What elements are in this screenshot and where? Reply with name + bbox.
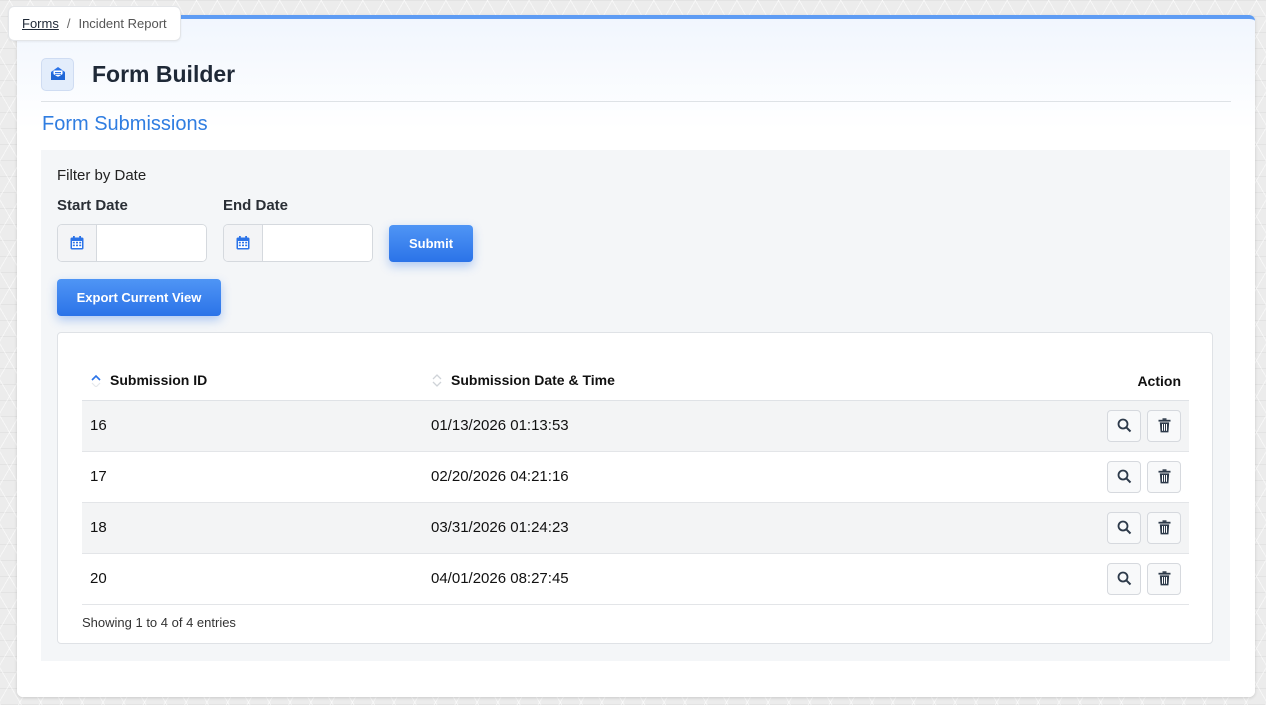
start-date-label: Start Date [57, 197, 128, 214]
filter-heading: Filter by Date [57, 167, 147, 184]
delete-button[interactable] [1147, 562, 1181, 595]
submissions-table: Submission ID Submission Date & Time Act… [82, 363, 1189, 605]
page-header: Form Builder [41, 56, 1231, 92]
action-cell [1011, 451, 1189, 503]
action-cell [1011, 553, 1189, 605]
trash-icon [1158, 418, 1170, 433]
envelope-open-icon [41, 57, 74, 91]
search-icon [1117, 571, 1131, 586]
action-cell [1011, 400, 1189, 452]
submission-date-cell: 02/20/2026 04:21:16 [431, 451, 1011, 503]
submission-id-cell: 18 [82, 502, 431, 554]
action-cell [1011, 502, 1189, 554]
trash-icon [1158, 469, 1170, 484]
start-date-input[interactable] [97, 225, 206, 261]
submission-date-cell: 03/31/2026 01:24:23 [431, 502, 1011, 554]
end-date-group [223, 224, 373, 262]
table-info: Showing 1 to 4 of 4 entries [82, 615, 236, 630]
calendar-icon[interactable] [224, 225, 263, 261]
view-button[interactable] [1107, 460, 1141, 493]
section-title: Form Submissions [42, 113, 208, 135]
column-header-label: Submission ID [110, 372, 208, 389]
submission-date-cell: 01/13/2026 01:13:53 [431, 400, 1011, 452]
breadcrumb-separator: / [66, 16, 71, 31]
table-row: 16 01/13/2026 01:13:53 [82, 400, 1189, 452]
column-header-label: Submission Date & Time [451, 372, 615, 389]
submit-button[interactable]: Submit [389, 225, 473, 262]
sort-ascending-icon [90, 373, 102, 390]
table-row: 17 02/20/2026 04:21:16 [82, 451, 1189, 503]
submission-id-cell: 20 [82, 553, 431, 605]
breadcrumb: Forms / Incident Report [8, 6, 181, 41]
search-icon [1117, 520, 1131, 535]
submission-id-cell: 16 [82, 400, 431, 452]
search-icon [1117, 469, 1131, 484]
view-button[interactable] [1107, 562, 1141, 595]
delete-button[interactable] [1147, 409, 1181, 442]
trash-icon [1158, 520, 1170, 535]
view-button[interactable] [1107, 409, 1141, 442]
submissions-table-card: Submission ID Submission Date & Time Act… [57, 332, 1213, 644]
trash-icon [1158, 571, 1170, 586]
page-title: Form Builder [92, 60, 236, 87]
table-header-row: Submission ID Submission Date & Time Act… [82, 363, 1189, 401]
filter-panel: Filter by Date Start Date End Date Submi… [41, 150, 1230, 661]
table-row: 18 03/31/2026 01:24:23 [82, 502, 1189, 554]
view-button[interactable] [1107, 511, 1141, 544]
column-header-submission-date[interactable]: Submission Date & Time [431, 363, 1011, 401]
submission-date-cell: 04/01/2026 08:27:45 [431, 553, 1011, 605]
export-button[interactable]: Export Current View [57, 279, 221, 316]
breadcrumb-link-forms[interactable]: Forms [22, 16, 59, 31]
calendar-icon[interactable] [58, 225, 97, 261]
breadcrumb-current: Incident Report [78, 16, 167, 31]
delete-button[interactable] [1147, 460, 1181, 493]
column-header-action: Action [1011, 363, 1189, 401]
start-date-group [57, 224, 207, 262]
main-card: Form Builder Form Submissions Filter by … [17, 15, 1255, 697]
end-date-input[interactable] [263, 225, 372, 261]
search-icon [1117, 418, 1131, 433]
column-header-submission-id[interactable]: Submission ID [82, 363, 431, 401]
table-row: 20 04/01/2026 08:27:45 [82, 553, 1189, 605]
delete-button[interactable] [1147, 511, 1181, 544]
submission-id-cell: 17 [82, 451, 431, 503]
sort-icon [431, 373, 443, 390]
end-date-label: End Date [223, 197, 289, 214]
header-divider [41, 101, 1231, 102]
